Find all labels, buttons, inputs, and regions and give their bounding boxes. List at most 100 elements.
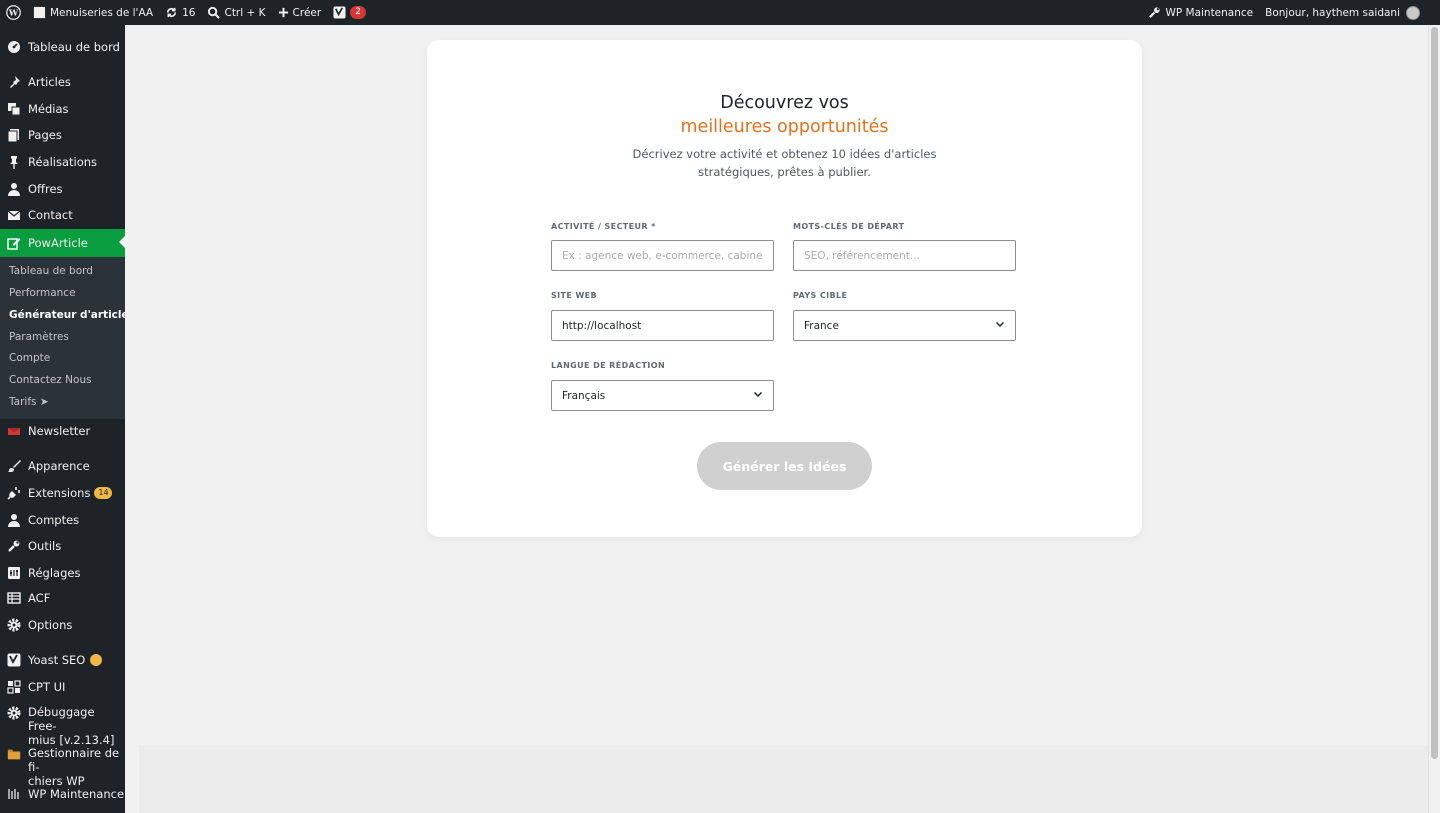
greeting: Bonjour, haythem saidani	[1265, 6, 1400, 19]
powarticle-submenu: Tableau de bord Performance Générateur d…	[0, 257, 135, 419]
sidebar-item-outils[interactable]: Outils	[0, 534, 125, 558]
chevron-down-icon	[753, 389, 763, 402]
idea-generator-card: Découvrez vos meilleures opportunités Dé…	[427, 40, 1142, 537]
wp-maintenance-label: WP Maintenance	[1165, 6, 1254, 19]
submenu-item-contact-us[interactable]: Contactez Nous	[9, 374, 92, 386]
svg-text:W: W	[8, 8, 19, 18]
sidebar-item-realisations[interactable]: Réalisations	[0, 150, 125, 174]
cpt-icon	[7, 680, 21, 694]
yoast-count-badge: 2	[350, 6, 366, 19]
sidebar-item-pages[interactable]: Pages	[0, 123, 125, 147]
wrench-icon	[1148, 6, 1161, 19]
sidebar-item-articles[interactable]: Articles	[0, 70, 125, 94]
freemius-label-line1: Débuggage Free-	[28, 705, 95, 733]
media-icon	[7, 102, 21, 116]
yoast-icon	[333, 6, 346, 19]
new-content-link[interactable]: Créer	[272, 0, 328, 25]
activity-input[interactable]	[562, 249, 763, 262]
generate-ideas-button[interactable]: Générer les Idées	[697, 442, 872, 490]
sidebar-item-newsletter[interactable]: Newsletter	[0, 419, 125, 443]
submenu-item-account[interactable]: Compte	[9, 352, 50, 364]
grid-icon	[7, 591, 21, 605]
admin-footer	[139, 745, 1428, 813]
website-input[interactable]	[562, 319, 763, 332]
plus-icon	[278, 7, 289, 18]
sidebar-item-freemius-debug[interactable]: Débuggage Free-mius [v.2.13.4]	[0, 705, 125, 747]
wrench-icon	[7, 539, 21, 553]
sidebar-item-yoast[interactable]: Yoast SEO	[0, 648, 125, 672]
settings-icon	[7, 566, 21, 580]
submenu-item-settings[interactable]: Paramètres	[9, 331, 69, 343]
keywords-input[interactable]	[804, 249, 1005, 262]
edit-icon	[7, 236, 21, 250]
home-icon	[33, 6, 46, 19]
brush-icon	[7, 459, 21, 473]
envelope-icon	[7, 208, 21, 222]
search-link[interactable]: Ctrl + K	[201, 0, 271, 25]
page-scrollbar[interactable]	[1428, 25, 1440, 813]
updates-link[interactable]: 16	[159, 0, 201, 25]
site-name: Menuiseries de l'AA	[50, 6, 154, 19]
language-select[interactable]: Français	[551, 380, 774, 411]
country-selected-value: France	[804, 319, 839, 332]
updates-count: 16	[182, 6, 196, 19]
avatar	[1406, 5, 1420, 20]
sidebar-item-offres[interactable]: Offres	[0, 177, 125, 201]
wp-maintenance-link[interactable]: WP Maintenance	[1142, 0, 1259, 25]
sidebar-item-reglages[interactable]: Réglages	[0, 561, 125, 585]
activity-field[interactable]	[551, 240, 774, 271]
activity-label: ACTIVITÉ / SECTEUR *	[551, 222, 656, 231]
search-icon	[207, 6, 221, 19]
new-label: Créer	[292, 6, 322, 19]
pin-icon	[7, 75, 21, 89]
website-label: SITE WEB	[551, 291, 598, 300]
gear-icon	[7, 706, 21, 720]
yoast-adminbar-link[interactable]: 2	[327, 0, 372, 25]
sidebar-item-dashboard[interactable]: Tableau de bord	[0, 35, 125, 59]
language-selected-value: Français	[562, 389, 606, 402]
sidebar-item-extensions[interactable]: Extensions 14	[0, 481, 125, 505]
yoast-notice-badge	[90, 654, 103, 666]
submenu-item-article-generator[interactable]: Générateur d'articles	[9, 309, 135, 321]
sidebar-item-apparence[interactable]: Apparence	[0, 454, 125, 478]
sidebar-item-cpt-ui[interactable]: CPT UI	[0, 675, 125, 699]
card-title-line2: meilleures opportunités	[680, 117, 889, 137]
card-title-line1: Découvrez vos	[720, 93, 849, 113]
admin-sidebar: Tableau de bord Articles Médias Pages Ré…	[0, 25, 135, 813]
sidebar-item-powarticle[interactable]: PowArticle	[0, 229, 125, 257]
mail-icon	[7, 424, 21, 438]
folder-icon	[7, 747, 21, 761]
keywords-field[interactable]	[793, 240, 1016, 271]
sidebar-item-wp-maintenance[interactable]: WP Maintenance	[0, 782, 125, 806]
pages-icon	[7, 128, 21, 142]
sidebar-item-file-manager[interactable]: Gestionnaire de fi-chiers WP	[0, 746, 125, 788]
country-label: PAYS CIBLE	[793, 291, 848, 300]
wp-logo-icon[interactable]: W	[0, 0, 27, 25]
extensions-count-badge: 14	[94, 487, 113, 499]
gear-icon	[7, 618, 21, 632]
scrollbar-thumb[interactable]	[1431, 27, 1438, 759]
dashboard-icon	[7, 40, 21, 54]
file-manager-label-line1: Gestionnaire de fi-	[28, 746, 120, 774]
submenu-item-performance[interactable]: Performance	[9, 287, 76, 299]
maintenance-icon	[7, 787, 21, 801]
submenu-item-dashboard[interactable]: Tableau de bord	[9, 265, 93, 277]
sidebar-item-comptes[interactable]: Comptes	[0, 508, 125, 532]
pushpin-icon	[7, 155, 21, 169]
person-icon	[7, 182, 21, 196]
sidebar-item-options[interactable]: Options	[0, 613, 125, 637]
freemius-label-line2: mius [v.2.13.4]	[28, 733, 115, 747]
search-shortcut: Ctrl + K	[224, 6, 266, 19]
site-name-link[interactable]: Menuiseries de l'AA	[27, 0, 159, 25]
country-select[interactable]: France	[793, 310, 1016, 341]
sidebar-item-medias[interactable]: Médias	[0, 97, 125, 121]
sidebar-item-acf[interactable]: ACF	[0, 586, 125, 610]
submenu-item-pricing[interactable]: Tarifs ➤	[9, 396, 49, 408]
refresh-icon	[165, 6, 178, 19]
yoast-icon	[7, 653, 21, 667]
website-field[interactable]	[551, 310, 774, 341]
user-icon	[7, 513, 21, 527]
admin-bar: W Menuiseries de l'AA 16 Ctrl + K Créer …	[0, 0, 1440, 25]
sidebar-item-contact[interactable]: Contact	[0, 203, 125, 227]
my-account-link[interactable]: Bonjour, haythem saidani	[1259, 0, 1440, 25]
